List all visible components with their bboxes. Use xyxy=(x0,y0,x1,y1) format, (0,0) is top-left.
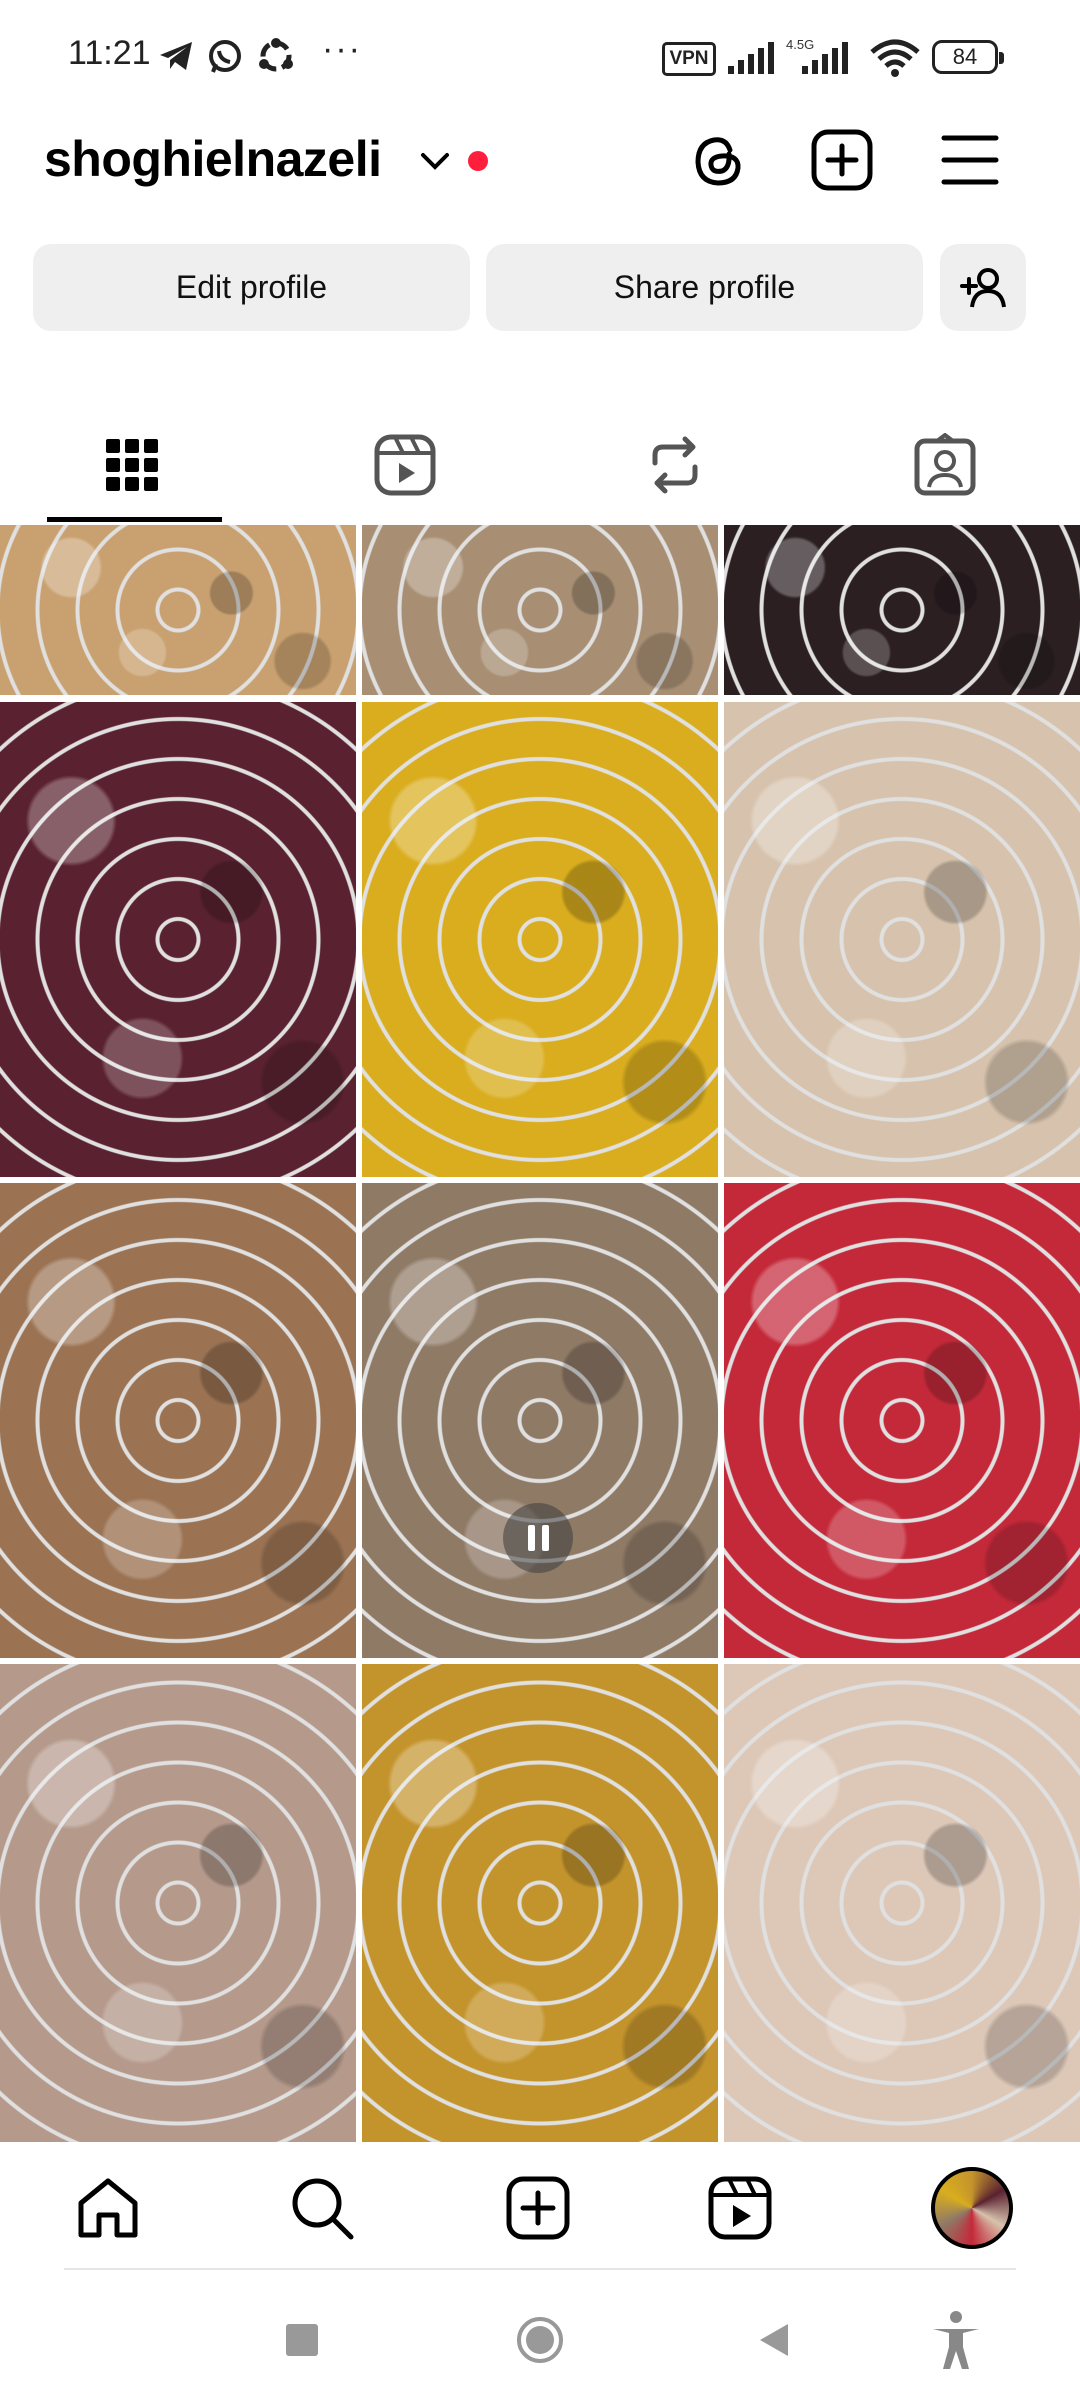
gesture-divider xyxy=(64,2268,1016,2270)
whatsapp-icon xyxy=(209,40,241,73)
edit-profile-button[interactable]: Edit profile xyxy=(33,244,470,331)
post-thumbnail[interactable] xyxy=(724,525,1080,695)
post-thumbnail[interactable] xyxy=(724,1664,1080,2142)
tab-reposts[interactable] xyxy=(610,420,740,510)
signal-icon xyxy=(728,42,774,74)
telegram-icon xyxy=(160,42,192,70)
create-post-icon[interactable] xyxy=(810,128,874,192)
post-thumbnail[interactable] xyxy=(362,1183,718,1658)
profile-username[interactable]: shoghielnazeli xyxy=(44,130,382,188)
tab-tagged[interactable] xyxy=(880,420,1010,510)
nav-create[interactable] xyxy=(488,2158,588,2258)
post-thumbnail[interactable] xyxy=(0,1664,356,2142)
pause-icon[interactable] xyxy=(503,1503,573,1573)
post-thumbnail[interactable] xyxy=(0,702,356,1177)
sync-app-icon xyxy=(259,38,293,72)
signal-icon-2 xyxy=(802,42,848,74)
tab-reels[interactable] xyxy=(340,420,470,510)
battery-indicator: 84 xyxy=(932,40,1004,74)
tagged-icon xyxy=(914,433,976,496)
repost-icon xyxy=(652,436,698,494)
recent-apps-button[interactable] xyxy=(252,2300,352,2380)
post-thumbnail[interactable] xyxy=(362,702,718,1177)
search-icon xyxy=(292,2178,354,2240)
reels-icon xyxy=(374,434,436,496)
notification-dot xyxy=(468,151,488,171)
add-person-icon xyxy=(960,267,1006,307)
post-thumbnail[interactable] xyxy=(0,525,356,695)
vpn-badge: VPN xyxy=(662,42,716,76)
accessibility-icon xyxy=(933,2311,979,2369)
accessibility-button[interactable] xyxy=(906,2300,1006,2380)
active-tab-indicator xyxy=(47,517,222,522)
post-thumbnail[interactable] xyxy=(362,1664,718,2142)
back-triangle-icon xyxy=(760,2324,788,2356)
share-profile-button[interactable]: Share profile xyxy=(486,244,923,331)
post-thumbnail[interactable] xyxy=(724,1183,1080,1658)
nav-profile[interactable] xyxy=(922,2158,1022,2258)
profile-avatar xyxy=(931,2167,1013,2249)
nav-search[interactable] xyxy=(272,2158,372,2258)
back-button[interactable] xyxy=(724,2300,824,2380)
threads-icon[interactable] xyxy=(686,128,750,192)
square-icon xyxy=(286,2324,318,2356)
chevron-down-icon[interactable] xyxy=(418,150,452,174)
nav-home[interactable] xyxy=(58,2158,158,2258)
discover-people-button[interactable] xyxy=(940,244,1026,331)
more-notifications-icon: ··· xyxy=(322,30,362,68)
home-button[interactable] xyxy=(490,2300,590,2380)
create-icon xyxy=(506,2176,570,2240)
post-thumbnail[interactable] xyxy=(362,525,718,695)
grid-icon xyxy=(106,439,158,491)
nav-reels[interactable] xyxy=(690,2158,790,2258)
status-time: 11:21 xyxy=(68,34,151,72)
menu-icon[interactable] xyxy=(940,132,1000,188)
home-icon xyxy=(78,2178,138,2238)
circle-icon xyxy=(517,2317,563,2363)
tab-posts-grid[interactable] xyxy=(67,420,197,510)
wifi-icon xyxy=(870,39,920,77)
post-thumbnail[interactable] xyxy=(0,1183,356,1658)
post-thumbnail[interactable] xyxy=(724,702,1080,1177)
reels-icon xyxy=(708,2176,772,2240)
